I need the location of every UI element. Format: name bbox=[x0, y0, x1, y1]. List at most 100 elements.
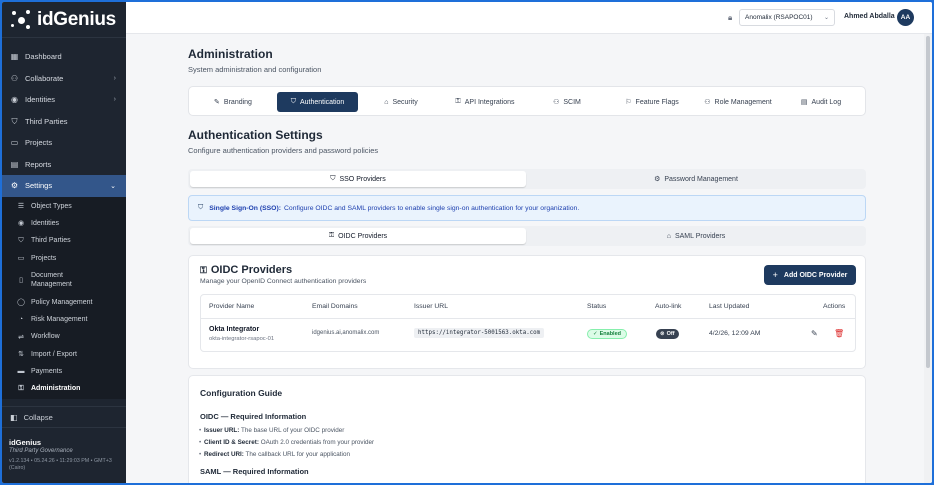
sidebar-nav: ▦ Dashboard ⚇ Collaborate › ◉ Identities… bbox=[2, 38, 126, 400]
saml-guide-heading: SAML — Required Information bbox=[200, 467, 309, 476]
tab-authentication[interactable]: ⛉ Authentication bbox=[277, 92, 358, 112]
subnav-workflow[interactable]: ⇌ Workflow bbox=[2, 328, 126, 345]
sso-info-banner: ⛉ Single Sign-On (SSO): Configure OIDC a… bbox=[188, 195, 866, 221]
gear-icon: ⚙ bbox=[10, 181, 19, 191]
user-gear-icon: ⚇ bbox=[704, 99, 711, 106]
collapse-icon: ◧ bbox=[10, 412, 18, 422]
oidc-guide-heading: OIDC — Required Information bbox=[200, 412, 307, 421]
tab-role-management[interactable]: ⚇ Role Management bbox=[697, 92, 779, 112]
column-header: Last Updated bbox=[709, 303, 750, 310]
guide-title: Configuration Guide bbox=[200, 388, 283, 398]
subnav-policy-management[interactable]: ◯ Policy Management bbox=[2, 294, 126, 311]
org-select[interactable]: Anomalix (RSAPOC01) ⌄ bbox=[739, 9, 835, 26]
user-name[interactable]: Ahmed Abdalla bbox=[844, 13, 895, 20]
column-header: Actions bbox=[823, 303, 846, 310]
footer-app-name: idGenius bbox=[9, 438, 42, 447]
shield-icon: ⛉ bbox=[198, 204, 204, 211]
shield-icon: ⛉ bbox=[330, 175, 336, 182]
flag-icon: ⚐ bbox=[625, 99, 632, 106]
scrollbar[interactable] bbox=[924, 34, 932, 483]
tab-scim[interactable]: ⚇ SCIM bbox=[547, 92, 587, 112]
sidebar-item-identities[interactable]: ◉ Identities › bbox=[2, 89, 126, 111]
key-icon: ⚿ bbox=[18, 384, 24, 392]
trash-icon[interactable]: 🗑︎ bbox=[834, 329, 844, 338]
subnav-object-types[interactable]: ☰ Object Types bbox=[2, 198, 126, 215]
subnav-third-parties[interactable]: ⛉ Third Parties bbox=[2, 232, 126, 249]
sidebar-item-collaborate[interactable]: ⚇ Collaborate › bbox=[2, 68, 126, 90]
app-window: idGenius ▦ Dashboard ⚇ Collaborate › ◉ I… bbox=[2, 2, 932, 483]
lock-icon: ⌂ bbox=[384, 98, 389, 106]
lock-icon: 🔒︎ bbox=[728, 13, 733, 22]
plus-icon: + bbox=[772, 270, 778, 280]
sidebar-item-settings[interactable]: ⚙ Settings ⌄ bbox=[2, 175, 126, 197]
section-title: Authentication Settings bbox=[188, 128, 323, 142]
chevron-right-icon: › bbox=[113, 96, 116, 104]
log-icon: ▤ bbox=[800, 99, 808, 106]
users-icon: ⚇ bbox=[10, 73, 19, 83]
header-divider bbox=[201, 318, 855, 319]
admin-tabs: ✎ Branding ⛉ Authentication ⌂ Security ⚿ API… bbox=[188, 86, 866, 116]
subnav-projects[interactable]: ▭ Projects bbox=[2, 249, 126, 266]
tab-api-integrations[interactable]: ⚿ API Integrations bbox=[447, 92, 523, 112]
scrollbar-thumb[interactable] bbox=[926, 36, 930, 368]
subnav-import-export[interactable]: ⇅ Import / Export bbox=[2, 346, 126, 363]
tab-audit-log[interactable]: ▤ Audit Log bbox=[793, 92, 849, 112]
sidebar-footer: idGenius Third Party Governance v1.2.134… bbox=[9, 438, 123, 472]
brand[interactable]: idGenius bbox=[2, 2, 126, 38]
shield-icon: ⛉ bbox=[18, 236, 24, 244]
subnav-administration[interactable]: ⚿ Administration bbox=[2, 380, 126, 397]
chevron-down-icon: ⌄ bbox=[823, 15, 829, 21]
shield-outline-icon: ◯ bbox=[17, 299, 25, 307]
list-icon: ☰ bbox=[17, 203, 25, 211]
column-header: Provider Name bbox=[209, 303, 255, 310]
page-subtitle: System administration and configuration bbox=[188, 65, 322, 74]
chevron-right-icon: › bbox=[113, 74, 116, 82]
card-icon: ▬ bbox=[17, 368, 25, 376]
sidebar-item-projects[interactable]: ▭ Projects bbox=[2, 132, 126, 154]
brand-name: idGenius bbox=[37, 8, 116, 30]
list-item: Client ID & Secret: OAuth 2.0 credential… bbox=[199, 439, 374, 446]
tab-branding[interactable]: ✎ Branding bbox=[207, 92, 259, 112]
subnav-document-management[interactable]: ▯ Document Management bbox=[2, 267, 126, 294]
users-icon: ⚇ bbox=[553, 99, 560, 106]
providers-table: Provider Name Email Domains Issuer URL S… bbox=[200, 294, 856, 352]
oidc-providers-card: ⚿ OIDC Providers Manage your OpenID Conn… bbox=[188, 255, 866, 369]
configuration-guide: Configuration Guide OIDC — Required Info… bbox=[188, 375, 866, 483]
card-title: ⚿ OIDC Providers bbox=[200, 264, 293, 276]
sidebar-item-reports[interactable]: ▤ Reports bbox=[2, 154, 126, 176]
footer-version: v1.2.134 • 05.24.26 • 11:29:03 PM • GMT+… bbox=[9, 458, 112, 471]
document-icon: ▯ bbox=[19, 276, 23, 284]
tab-security[interactable]: ⌂ Security bbox=[376, 92, 426, 112]
tab-password-management[interactable]: ⚙ Password Management bbox=[528, 171, 864, 187]
collapse-button[interactable]: ◧ Collapse bbox=[2, 406, 126, 428]
edit-icon[interactable]: ✎ bbox=[811, 329, 818, 338]
provider-id: okta-integrator-rsapoc-01 bbox=[209, 336, 275, 342]
topbar: 🔒︎ Anomalix (RSAPOC01) ⌄ Ahmed Abdalla A… bbox=[126, 2, 932, 34]
key-icon: ⚿ bbox=[200, 264, 207, 275]
sidebar-item-third-parties[interactable]: ⛉ Third Parties bbox=[2, 111, 126, 133]
issuer-url: https://integrator-5001563.okta.com bbox=[414, 328, 545, 338]
subnav-payments[interactable]: ▬ Payments bbox=[2, 363, 126, 380]
key-icon: ⚿ bbox=[328, 232, 335, 239]
last-updated: 4/2/26, 12:09 AM bbox=[709, 330, 761, 337]
status-badge: ✓ Enabled bbox=[587, 329, 628, 339]
tab-oidc-providers[interactable]: ⚿ OIDC Providers bbox=[190, 228, 526, 244]
gear-icon: ⚙ bbox=[654, 176, 661, 183]
subnav-risk-management[interactable]: ◔ Risk Management bbox=[2, 311, 126, 328]
arrows-icon: ⇅ bbox=[18, 351, 24, 359]
tab-feature-flags[interactable]: ⚐ Feature Flags bbox=[619, 92, 685, 112]
x-circle-icon: ⊗ bbox=[660, 331, 665, 337]
subnav-identities[interactable]: ◉ Identities bbox=[2, 215, 126, 232]
avatar[interactable]: AA bbox=[897, 9, 914, 26]
card-subtitle: Manage your OpenID Connect authenticatio… bbox=[200, 278, 367, 285]
grid-icon: ▦ bbox=[10, 52, 19, 62]
tab-sso-providers[interactable]: ⛉ SSO Providers bbox=[190, 171, 526, 187]
list-item: Redirect URI: The callback URL for your … bbox=[199, 451, 350, 458]
add-oidc-provider-button[interactable]: + Add OIDC Provider bbox=[764, 265, 856, 285]
tab-saml-providers[interactable]: ⌂ SAML Providers bbox=[528, 228, 864, 244]
risk-icon: ◔ bbox=[18, 316, 24, 324]
chevron-down-icon: ⌄ bbox=[110, 182, 116, 190]
column-header: Status bbox=[587, 303, 607, 310]
settings-subnav: ☰ Object Types ◉ Identities ⛉ Third Part… bbox=[2, 196, 126, 400]
sidebar-item-dashboard[interactable]: ▦ Dashboard bbox=[2, 46, 126, 68]
